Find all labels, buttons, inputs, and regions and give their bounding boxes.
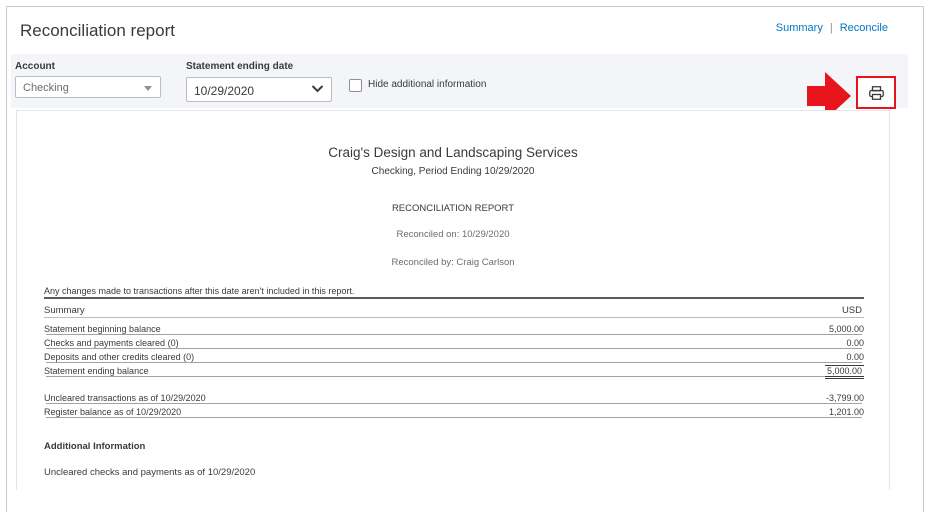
- hide-info-checkbox[interactable]: [349, 79, 362, 92]
- company-name: Craig's Design and Landscaping Services: [328, 145, 578, 160]
- account-select-value: Checking: [23, 82, 69, 94]
- leader-line: [46, 334, 862, 335]
- additional-info-heading: Additional Information: [44, 441, 146, 452]
- leader-line: [46, 362, 862, 363]
- leader-line: [46, 417, 862, 418]
- account-label: Account: [15, 61, 55, 72]
- row-amount: 5,000.00: [827, 324, 864, 334]
- table-row: Register balance as of 10/29/2020 1,201.…: [44, 407, 864, 419]
- row-amount: 0.00: [845, 338, 864, 348]
- row-label: Register balance as of 10/29/2020: [44, 407, 183, 417]
- row-amount: -3,799.00: [824, 393, 864, 403]
- top-links: Summary | Reconcile: [776, 22, 888, 34]
- report-subheading: Checking, Period Ending 10/29/2020: [371, 166, 535, 177]
- row-amount: 5,000.00: [824, 365, 864, 379]
- row-amount: 1,201.00: [827, 407, 864, 417]
- hide-info-label[interactable]: Hide additional information: [368, 79, 486, 90]
- report-sheet: Craig's Design and Landscaping Services …: [16, 110, 890, 490]
- page-title: Reconciliation report: [20, 21, 175, 40]
- row-label: Checks and payments cleared (0): [44, 338, 180, 348]
- table-row: Uncleared transactions as of 10/29/2020 …: [44, 393, 864, 405]
- report-title: RECONCILIATION REPORT: [391, 203, 515, 214]
- divider: [44, 317, 864, 318]
- caret-down-icon: [144, 86, 152, 91]
- leader-line: [46, 403, 862, 404]
- summary-heading: Summary: [44, 305, 85, 316]
- reconciled-by: Reconciled by: Craig Carlson: [391, 257, 515, 268]
- row-label: Deposits and other credits cleared (0): [44, 352, 196, 362]
- row-label: Statement ending balance: [44, 366, 150, 376]
- row-label: Statement beginning balance: [44, 324, 162, 334]
- table-row: Checks and payments cleared (0) 0.00: [44, 338, 864, 350]
- printer-icon: [869, 86, 884, 100]
- link-separator: |: [829, 22, 833, 34]
- report-note: Any changes made to transactions after t…: [44, 286, 355, 296]
- reconciled-on: Reconciled on: 10/29/2020: [396, 229, 510, 240]
- divider: [44, 297, 864, 299]
- statement-date-label: Statement ending date: [186, 61, 294, 72]
- leader-line: [46, 348, 862, 349]
- statement-date-value: 10/29/2020: [194, 84, 255, 98]
- statement-date-select[interactable]: 10/29/2020: [186, 77, 332, 102]
- chevron-down-icon: [311, 85, 324, 93]
- table-row: Statement ending balance 5,000.00: [44, 365, 864, 379]
- leader-line: [46, 376, 862, 377]
- table-row: Deposits and other credits cleared (0) 0…: [44, 352, 864, 364]
- uncleared-checks-heading: Uncleared checks and payments as of 10/2…: [44, 467, 256, 478]
- account-select[interactable]: Checking: [15, 76, 161, 98]
- row-label: Uncleared transactions as of 10/29/2020: [44, 393, 207, 403]
- summary-link[interactable]: Summary: [776, 22, 823, 34]
- reconcile-link[interactable]: Reconcile: [840, 22, 888, 34]
- currency-label: USD: [841, 305, 862, 316]
- print-button[interactable]: [856, 76, 896, 109]
- row-amount: 0.00: [845, 352, 864, 362]
- table-row: Statement beginning balance 5,000.00: [44, 324, 864, 336]
